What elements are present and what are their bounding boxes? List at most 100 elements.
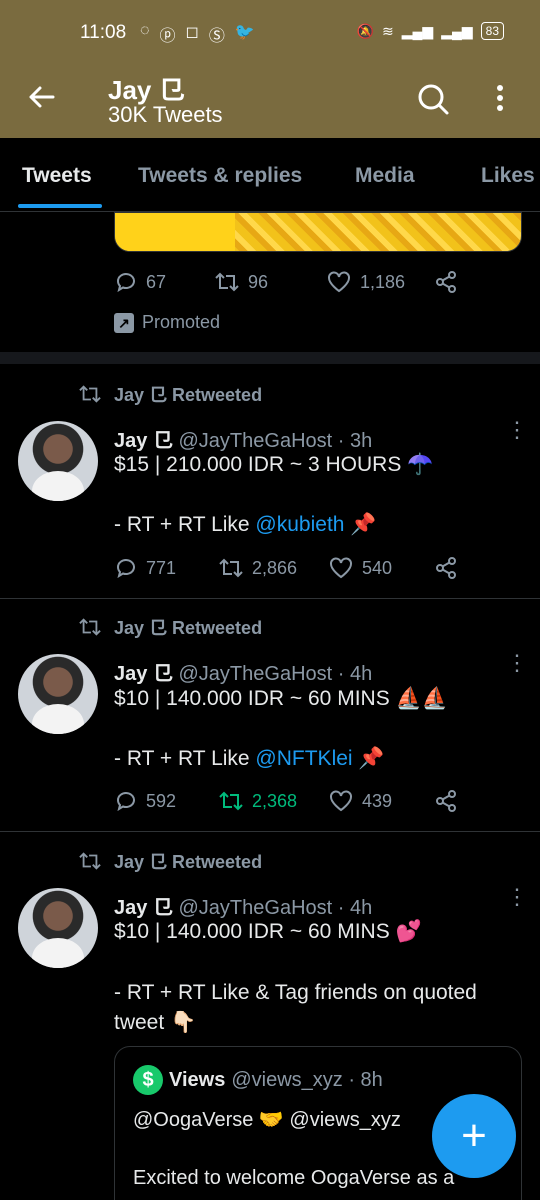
retweeted-by-text: Jay ⺋ Retweeted xyxy=(114,852,263,872)
tweet-text: - RT + RT Like xyxy=(114,747,256,770)
share-icon xyxy=(436,557,456,579)
messenger-icon: ◌ xyxy=(140,22,150,39)
reply-count: 592 xyxy=(146,790,177,811)
like-button[interactable]: 439 xyxy=(328,789,434,813)
reply-button[interactable]: 771 xyxy=(114,556,218,580)
like-count: 540 xyxy=(362,557,393,578)
avatar[interactable] xyxy=(18,888,98,968)
mention-link[interactable]: @NFTKlei xyxy=(255,747,352,770)
retweet-icon xyxy=(79,618,101,636)
notification-icons: ◌ ⓟ ◻ Ⓢ 🐦 xyxy=(140,22,255,46)
heart-icon xyxy=(330,557,352,579)
retweeted-by-text: Jay ⺋ Retweeted xyxy=(114,618,263,638)
reply-button[interactable]: 592 xyxy=(114,789,218,813)
pin-emoji: 📌 xyxy=(344,513,377,536)
tweet-count: 30K Tweets xyxy=(108,102,223,127)
tweet-line-1: $10 | 140.000 IDR ~ 60 MINS ⛵⛵ xyxy=(114,687,448,710)
promoted-media-image[interactable] xyxy=(114,212,522,252)
views-logo-icon: $ xyxy=(133,1065,163,1095)
retweet-icon xyxy=(219,791,243,811)
instagram-icon: ◻ xyxy=(185,24,199,41)
wifi-icon: ≋ xyxy=(382,22,394,39)
tweet-header: Jay ⺋ @JayTheGaHost · 4h xyxy=(114,891,372,920)
quoted-author-handle: @views_xyz · 8h xyxy=(231,1068,383,1091)
tweet-header: Jay ⺋ @JayTheGaHost · 4h xyxy=(114,657,372,686)
tab-likes[interactable]: Likes xyxy=(481,164,535,188)
retweet-button-active[interactable]: 2,368 xyxy=(218,789,328,813)
search-icon[interactable] xyxy=(416,82,450,116)
status-bar: 11:08 ◌ ⓟ ◻ Ⓢ 🐦 🔕 ≋ ▂▄▆ ▂▄▆ 83 xyxy=(0,0,540,68)
tweet-divider xyxy=(0,598,540,599)
like-button[interactable]: 1,186 xyxy=(326,270,434,294)
tweet-divider xyxy=(0,831,540,832)
mention-link[interactable]: @kubieth xyxy=(255,513,344,536)
section-divider xyxy=(0,352,540,364)
profile-header: Jay ⺋ 30K Tweets xyxy=(0,68,540,138)
tweet-line-2: - RT + RT Like & Tag friends on quoted t… xyxy=(114,981,477,1034)
compose-tweet-button[interactable]: + xyxy=(432,1094,516,1178)
status-time: 11:08 xyxy=(80,22,127,43)
promoted-text: Promoted xyxy=(142,312,221,332)
retweet-icon xyxy=(79,852,101,870)
tweet-more-icon[interactable]: ⋮ xyxy=(506,652,528,674)
twitter-bird-icon: 🐦 xyxy=(234,24,255,41)
system-icons: 🔕 ≋ ▂▄▆ ▂▄▆ 83 xyxy=(357,22,504,40)
heart-icon xyxy=(330,790,352,812)
tweet-line-1: $15 | 210.000 IDR ~ 3 HOURS ☂️ xyxy=(114,453,434,476)
tab-tweets-and-replies[interactable]: Tweets & replies xyxy=(138,164,302,188)
back-arrow-icon[interactable] xyxy=(26,82,56,112)
tab-tweets[interactable]: Tweets xyxy=(22,164,92,188)
retweet-button[interactable]: 96 xyxy=(214,270,326,294)
tweet-actions: 592 2,368 439 xyxy=(114,789,458,813)
tweet-line-1: $10 | 140.000 IDR ~ 60 MINS 💕 xyxy=(114,920,422,943)
reply-count: 771 xyxy=(146,557,177,578)
tweet-more-icon[interactable]: ⋮ xyxy=(506,886,528,908)
signal-icon: ▂▄▆ xyxy=(401,22,434,39)
retweeted-label: Jay ⺋ Retweeted xyxy=(78,848,262,874)
share-button[interactable] xyxy=(434,789,458,813)
quoted-tweet-line-1: @OogaVerse 🤝 @views_xyz xyxy=(133,1109,401,1131)
signal-icon-2: ▂▄▆ xyxy=(441,22,473,39)
tweet-more-icon[interactable]: ⋮ xyxy=(506,419,528,441)
author-handle-time: @JayTheGaHost · 3h xyxy=(178,430,373,452)
app-s-icon: Ⓢ xyxy=(208,28,225,45)
mute-icon: 🔕 xyxy=(356,22,374,39)
retweeted-label: Jay ⺋ Retweeted xyxy=(78,614,262,640)
heart-icon xyxy=(328,271,350,293)
quoted-tweet-header: $ Views @views_xyz · 8h xyxy=(133,1065,383,1095)
retweeted-by-text: Jay ⺋ Retweeted xyxy=(114,385,263,405)
avatar[interactable] xyxy=(18,654,98,734)
avatar[interactable] xyxy=(18,421,98,501)
author-name[interactable]: Jay ⺋ xyxy=(114,430,173,452)
more-vertical-icon[interactable] xyxy=(493,82,507,116)
retweet-icon xyxy=(79,385,101,403)
active-tab-indicator xyxy=(18,204,102,208)
reply-icon xyxy=(117,559,135,579)
like-count: 1,186 xyxy=(360,271,406,292)
author-handle-time: @JayTheGaHost · 4h xyxy=(178,897,373,919)
quoted-author-name: Views xyxy=(169,1068,226,1091)
promoted-label: ↗ Promoted xyxy=(114,312,220,333)
author-name[interactable]: Jay ⺋ xyxy=(114,663,173,685)
reply-icon xyxy=(117,792,135,812)
retweet-button[interactable]: 2,866 xyxy=(218,556,328,580)
retweet-icon xyxy=(215,272,239,292)
retweet-count: 2,368 xyxy=(252,790,298,811)
retweet-count: 2,866 xyxy=(252,557,298,578)
tweet-text: - RT + RT Like xyxy=(114,513,256,536)
share-button[interactable] xyxy=(434,556,458,580)
tweet-actions: 771 2,866 540 xyxy=(114,556,458,580)
reply-button[interactable]: 67 xyxy=(114,270,214,294)
reply-icon xyxy=(117,273,135,293)
share-icon xyxy=(436,790,456,812)
like-button[interactable]: 540 xyxy=(328,556,434,580)
tab-media[interactable]: Media xyxy=(355,164,415,188)
profile-tabs: Tweets Tweets & replies Media Likes xyxy=(0,138,540,212)
share-button[interactable] xyxy=(434,270,458,294)
retweeted-label: Jay ⺋ Retweeted xyxy=(78,381,262,407)
pinterest-icon: ⓟ xyxy=(159,28,176,45)
tweet-line-2: - RT + RT Like @kubieth 📌 xyxy=(114,510,514,540)
retweet-count: 96 xyxy=(248,271,269,292)
author-name[interactable]: Jay ⺋ xyxy=(114,897,173,919)
tweet-header: Jay ⺋ @JayTheGaHost · 3h xyxy=(114,424,372,453)
